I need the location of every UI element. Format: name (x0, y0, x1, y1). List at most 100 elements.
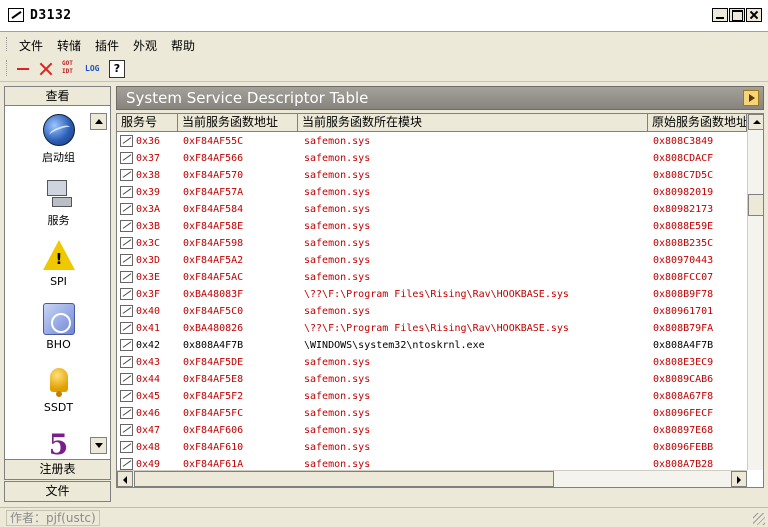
scroll-thumb[interactable] (134, 471, 554, 487)
cell-service-number: 0x36 (136, 136, 161, 147)
table-row[interactable]: 0x3C 0xF84AF598 safemon.sys 0x808B235C (117, 235, 747, 252)
help-icon[interactable]: ? (109, 60, 125, 78)
table-row[interactable]: 0x39 0xF84AF57A safemon.sys 0x80982019 (117, 184, 747, 201)
table-row[interactable]: 0x43 0xF84AF5DE safemon.sys 0x808E3EC9 (117, 354, 747, 371)
cell-original-address: 0x808B235C (653, 238, 714, 249)
cell-current-address: 0xF84AF5DE (183, 357, 244, 368)
menu-dump[interactable]: 转储 (57, 37, 81, 54)
nav-services[interactable]: 服务 (5, 177, 112, 228)
ssdt-table: 服务号 当前服务函数地址 当前服务函数所在模块 原始服务函数地址 0x36 0xF… (116, 113, 764, 488)
cell-current-address: 0xF84AF566 (183, 153, 244, 164)
collapse-arrow-icon[interactable] (743, 90, 759, 106)
cell-original-address: 0x80982019 (653, 187, 714, 198)
menu-bar: 文件 转储 插件 外观 帮助 (0, 33, 768, 55)
cell-original-address: 0x808B9F78 (653, 289, 714, 300)
cell-current-address: 0xF84AF55C (183, 136, 244, 147)
table-row[interactable]: 0x47 0xF84AF606 safemon.sys 0x80897E68 (117, 422, 747, 439)
table-row[interactable]: 0x3E 0xF84AF5AC safemon.sys 0x808FCC07 (117, 269, 747, 286)
view-header[interactable]: 查看 (4, 86, 111, 106)
nav-ssdt[interactable]: SSDT (5, 366, 112, 414)
cell-original-address: 0x808A67F8 (653, 391, 714, 402)
table-row[interactable]: 0x3D 0xF84AF5A2 safemon.sys 0x80970443 (117, 252, 747, 269)
col-service-number[interactable]: 服务号 (117, 114, 178, 132)
title-bar: D3132 (0, 0, 768, 32)
cell-current-address: 0xF84AF606 (183, 425, 244, 436)
got-idt-button[interactable]: GOT IDT (62, 60, 82, 78)
table-row[interactable]: 0x40 0xF84AF5C0 safemon.sys 0x80961701 (117, 303, 747, 320)
row-edit-icon (120, 152, 133, 164)
cell-original-address: 0x8089CAB6 (653, 374, 714, 385)
table-row[interactable]: 0x3A 0xF84AF584 safemon.sys 0x80982173 (117, 201, 747, 218)
computer-icon (43, 177, 75, 209)
cell-original-address: 0x8096FEBB (653, 442, 714, 453)
table-row[interactable]: 0x48 0xF84AF610 safemon.sys 0x8096FEBB (117, 439, 747, 456)
cell-original-address: 0x808E3EC9 (653, 357, 714, 368)
table-row[interactable]: 0x3B 0xF84AF58E safemon.sys 0x8088E59E (117, 218, 747, 235)
row-edit-icon (120, 203, 133, 215)
col-current-module[interactable]: 当前服务函数所在模块 (298, 114, 648, 132)
menu-help[interactable]: 帮助 (171, 37, 195, 54)
maximize-button[interactable] (729, 8, 745, 22)
table-row[interactable]: 0x42 0x808A4F7B \WINDOWS\system32\ntoskrnl… (117, 337, 747, 354)
cell-service-number: 0x40 (136, 306, 161, 317)
ssdt-panel: System Service Descriptor Table 服务号 当前服务… (116, 86, 764, 504)
remove-icon[interactable] (14, 60, 34, 78)
scroll-thumb[interactable] (748, 194, 763, 216)
horizontal-scrollbar[interactable] (117, 470, 747, 487)
row-edit-icon (120, 339, 133, 351)
table-row[interactable]: 0x44 0xF84AF5E8 safemon.sys 0x8089CAB6 (117, 371, 747, 388)
toolbar-grip (6, 60, 9, 76)
table-row[interactable]: 0x3F 0xBA48083F \??\F:\Program Files\Risin… (117, 286, 747, 303)
delete-icon[interactable] (37, 60, 57, 78)
cell-service-number: 0x3B (136, 221, 161, 232)
menu-file[interactable]: 文件 (19, 37, 43, 54)
scroll-down-button[interactable] (90, 437, 107, 454)
cell-current-module: safemon.sys (304, 374, 371, 385)
scroll-right-arrow[interactable] (731, 471, 747, 487)
row-edit-icon (120, 220, 133, 232)
nav-startup[interactable]: 启动组 (5, 114, 112, 165)
table-row[interactable]: 0x37 0xF84AF566 safemon.sys 0x808CDACF (117, 150, 747, 167)
cell-current-address: 0xF84AF5A2 (183, 255, 244, 266)
cell-current-module: safemon.sys (304, 391, 371, 402)
files-button[interactable]: 文件 (4, 481, 111, 502)
cell-original-address: 0x808C3849 (653, 136, 714, 147)
nav-label: SSDT (43, 401, 74, 414)
menu-plugins[interactable]: 插件 (95, 37, 119, 54)
table-row[interactable]: 0x41 0xBA480826 \??\F:\Program Files\Risin… (117, 320, 747, 337)
nav-spi[interactable]: ! SPI (5, 240, 112, 288)
col-current-address[interactable]: 当前服务函数地址 (178, 114, 298, 132)
vertical-scrollbar[interactable] (747, 114, 763, 470)
row-edit-icon (120, 288, 133, 300)
close-button[interactable] (746, 8, 762, 22)
registry-button[interactable]: 注册表 (4, 459, 111, 480)
scroll-left-arrow[interactable] (117, 471, 133, 487)
got-label: GOT (62, 60, 73, 67)
resize-grip[interactable] (753, 513, 765, 525)
menu-appearance[interactable]: 外观 (133, 37, 157, 54)
cell-service-number: 0x3C (136, 238, 161, 249)
cell-current-address: 0xF84AF5C0 (183, 306, 244, 317)
minimize-button[interactable] (712, 8, 728, 22)
cell-current-module: safemon.sys (304, 170, 371, 181)
table-row[interactable]: 0x46 0xF84AF5FC safemon.sys 0x8096FECF (117, 405, 747, 422)
row-edit-icon (120, 322, 133, 334)
row-edit-icon (120, 169, 133, 181)
table-row[interactable]: 0x38 0xF84AF570 safemon.sys 0x808C7D5C (117, 167, 747, 184)
row-edit-icon (120, 373, 133, 385)
cell-service-number: 0x44 (136, 374, 161, 385)
nav-bho[interactable]: BHO (5, 303, 112, 351)
table-row[interactable]: 0x45 0xF84AF5F2 safemon.sys 0x808A67F8 (117, 388, 747, 405)
log-button[interactable]: LOG (85, 60, 105, 78)
scroll-up-arrow[interactable] (748, 114, 763, 130)
cell-original-address: 0x8088E59E (653, 221, 714, 232)
nav-label: BHO (46, 338, 71, 351)
row-edit-icon (120, 305, 133, 317)
bell-icon (43, 366, 75, 398)
cell-current-address: 0xF84AF570 (183, 170, 244, 181)
table-row[interactable]: 0x36 0xF84AF55C safemon.sys 0x808C3849 (117, 133, 747, 150)
col-original-address[interactable]: 原始服务函数地址 (648, 114, 747, 132)
cell-current-address: 0xF84AF598 (183, 238, 244, 249)
browser-object-icon (42, 303, 75, 335)
cell-current-address: 0xF84AF5AC (183, 272, 244, 283)
